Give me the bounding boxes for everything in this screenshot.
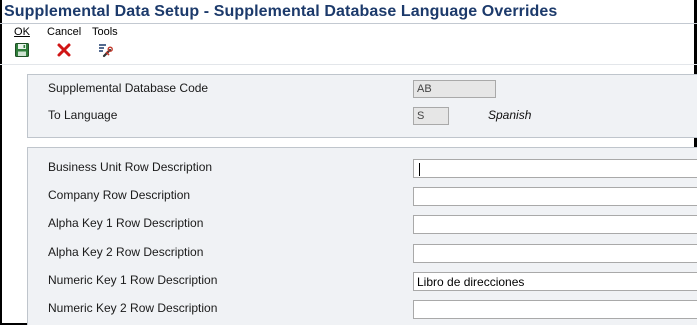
alpha-key-2-row-label: Alpha Key 2 Row Description [48, 245, 204, 259]
business-unit-row-input[interactable] [413, 159, 697, 178]
window-title: Supplemental Data Setup - Supplemental D… [4, 3, 558, 20]
alpha-key-1-row-input[interactable] [413, 215, 697, 234]
alpha-key-1-row-label: Alpha Key 1 Row Description [48, 216, 204, 230]
text-cursor [419, 163, 420, 177]
tools-button[interactable]: Tools [92, 26, 118, 62]
db-code-field: AB [413, 80, 496, 98]
ok-button[interactable]: OK [14, 26, 30, 62]
db-code-label: Supplemental Database Code [48, 81, 209, 95]
toolbar-divider [0, 64, 697, 65]
numeric-key-2-row-input[interactable] [413, 300, 697, 319]
language-label: To Language [48, 108, 118, 122]
cancel-button-label: Cancel [47, 26, 82, 38]
business-unit-row-label: Business Unit Row Description [48, 160, 213, 174]
language-description: Spanish [488, 108, 532, 122]
numeric-key-2-row-label: Numeric Key 2 Row Description [48, 301, 218, 315]
language-field: S [413, 107, 449, 125]
title-divider [0, 23, 697, 24]
tools-button-label: Tools [92, 26, 118, 38]
ok-button-label: OK [14, 26, 30, 38]
tools-icon [98, 44, 113, 58]
company-row-input[interactable] [413, 187, 697, 206]
company-row-label: Company Row Description [48, 188, 191, 202]
red-x-icon [57, 43, 71, 57]
numeric-key-1-row-label: Numeric Key 1 Row Description [48, 273, 218, 287]
cancel-button[interactable]: Cancel [47, 26, 81, 62]
save-disk-icon [15, 43, 29, 57]
numeric-key-1-row-input[interactable]: Libro de direcciones [413, 272, 697, 291]
alpha-key-2-row-input[interactable] [413, 244, 697, 263]
